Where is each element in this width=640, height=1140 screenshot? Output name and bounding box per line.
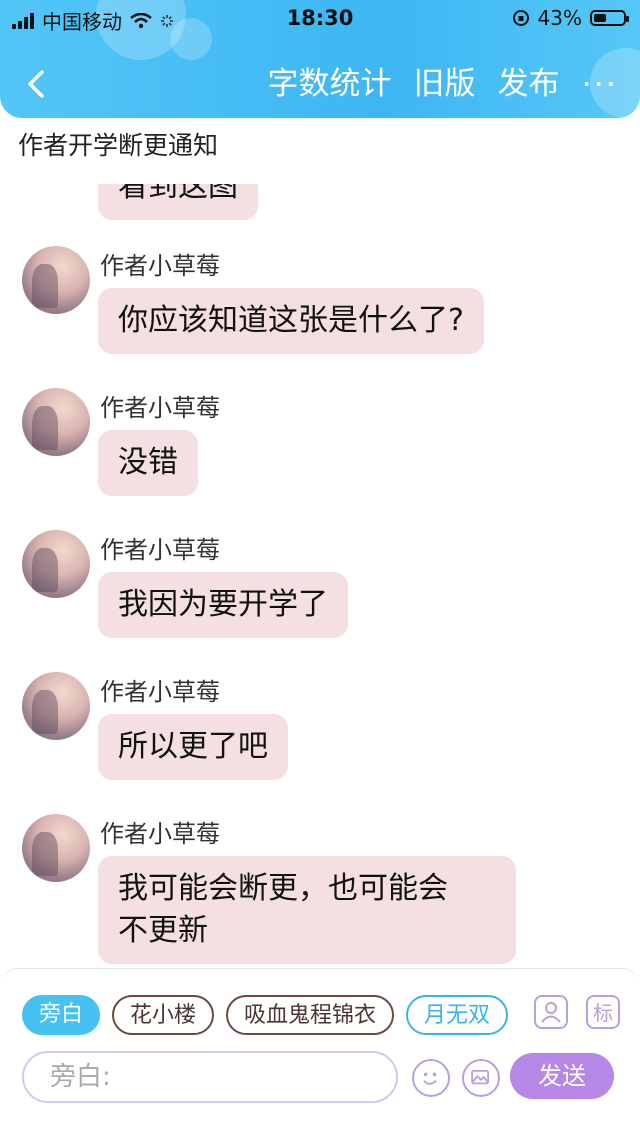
message-bubble: 所以更了吧 [98,714,288,780]
image-icon[interactable] [462,1059,500,1097]
page-title: 作者开学断更通知 [18,131,219,160]
author-avatar[interactable] [22,388,90,456]
role-chip[interactable]: 旁白 [22,995,101,1035]
message-input[interactable]: 旁白: [22,1051,398,1103]
more-options-icon[interactable]: ··· [581,64,618,104]
message-bubble: 你应该知道这张是什么了? [98,288,484,354]
role-chip[interactable]: 花小楼 [112,995,215,1035]
role-chip-list[interactable]: 旁白 花小楼 吸血鬼程锦衣 月无双 [22,995,522,1039]
nav-bar: 字数统计 旧版 发布 ··· [0,60,640,110]
author-name: 作者小草莓 [100,678,220,706]
message-bubble: 我因为要开学了 [98,572,348,638]
chat-list[interactable]: 看到这图 作者小草莓 你应该知道这张是什么了? 作者小草莓 没错 作者小草莓 我… [0,184,640,970]
old-version-button[interactable]: 旧版 [413,64,475,104]
author-avatar[interactable] [22,530,90,598]
word-count-button[interactable]: 字数统计 [267,64,391,104]
author-avatar[interactable] [22,672,90,740]
status-bar: 中国移动 18:30 43% [0,0,640,36]
top-header: 中国移动 18:30 43% 字数统计 旧版 发布 ··· [0,0,640,118]
author-avatar[interactable] [22,814,90,882]
author-name: 作者小草莓 [100,394,220,422]
message-bubble: 看到这图 [98,184,258,220]
tag-icon[interactable]: 标 [586,995,620,1029]
orientation-lock-icon [512,10,529,26]
send-button[interactable]: 发送 [510,1053,614,1099]
role-chip[interactable]: 吸血鬼程锦衣 [226,995,395,1035]
person-icon [541,1002,561,1023]
author-name: 作者小草莓 [100,820,220,848]
add-character-icon[interactable] [534,995,568,1029]
publish-button[interactable]: 发布 [497,64,559,104]
author-name: 作者小草莓 [100,536,220,564]
input-panel: 旁白 花小楼 吸血鬼程锦衣 月无双 标 旁白: 发送 [0,968,640,1140]
author-avatar[interactable] [22,246,90,314]
battery-icon [590,10,629,26]
back-chevron-icon[interactable] [22,64,52,104]
author-name: 作者小草莓 [100,252,220,280]
message-bubble: 没错 [98,430,198,496]
role-chip[interactable]: 月无双 [406,995,509,1035]
battery-percent: 43% [537,6,582,30]
emoji-icon[interactable] [412,1059,450,1097]
message-bubble: 我可能会断更，也可能会 不更新 [98,856,516,964]
